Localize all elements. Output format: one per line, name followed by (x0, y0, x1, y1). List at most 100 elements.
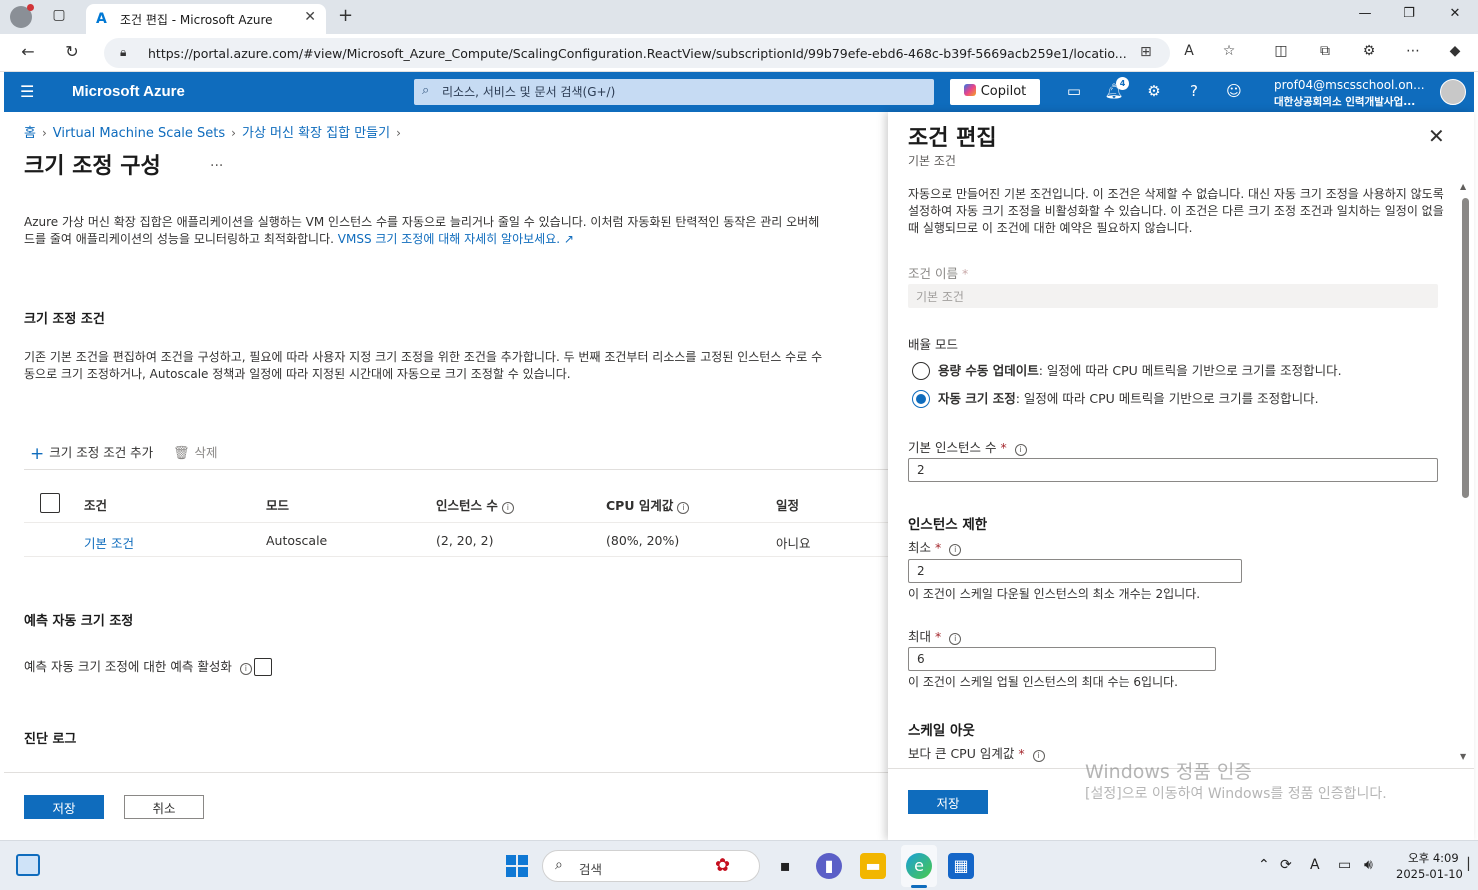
refresh-icon[interactable]: ↻ (60, 42, 84, 61)
manual-mode-option[interactable]: 용량 수동 업데이트: 일정에 따라 CPU 메트릭을 기반으로 크기를 조정합… (912, 360, 1342, 380)
lock-icon[interactable]: 🔒︎ (120, 45, 126, 60)
info-icon[interactable]: i (1014, 444, 1027, 456)
clock-date[interactable]: 2025-01-10 (1396, 867, 1463, 881)
store-icon[interactable]: ▦ (948, 853, 974, 879)
external-link-icon: ↗ (563, 232, 574, 246)
windows-start-icon[interactable] (506, 855, 528, 877)
account-name[interactable]: prof04@mscsschool.on... (1274, 78, 1425, 92)
volume-icon[interactable]: 🔊︎ (1364, 857, 1373, 873)
tab-actions-icon[interactable]: ▢ (48, 7, 70, 27)
add-condition-button[interactable]: + 크기 조정 조건 추가 (30, 442, 153, 464)
info-icon[interactable]: i (949, 544, 962, 556)
more-options-icon[interactable]: ... (210, 154, 223, 170)
browser-toolbar: ← ↻ 🔒︎ https://portal.azure.com/#view/Mi… (0, 34, 1478, 72)
more-menu-icon[interactable]: ⋯ (1402, 43, 1424, 59)
panel-save-button[interactable]: 저장 (908, 790, 988, 814)
breadcrumb-vmss[interactable]: Virtual Machine Scale Sets (53, 126, 225, 141)
header-instances[interactable]: 인스턴스 수i (436, 495, 514, 514)
panel-title: 조건 편집 (908, 126, 997, 151)
brand-title[interactable]: Microsoft Azure (72, 83, 185, 100)
max-instances-input[interactable] (908, 647, 1216, 671)
breadcrumb-home[interactable]: 홈 (24, 126, 36, 141)
apps-icon[interactable]: ⊞ (1140, 44, 1152, 60)
copilot-sidebar-icon[interactable]: ◆ (1444, 43, 1466, 59)
header-condition[interactable]: 조건 (84, 495, 107, 514)
address-bar[interactable]: 🔒︎ https://portal.azure.com/#view/Micros… (104, 38, 1170, 68)
auto-mode-title: 자동 크기 조정 (938, 391, 1016, 406)
info-icon[interactable]: i (949, 633, 962, 645)
profile-icon[interactable] (10, 4, 34, 28)
close-icon[interactable]: ✕ (304, 9, 316, 25)
scale-out-heading: 스케일 아웃 (908, 723, 975, 739)
chevron-up-icon[interactable]: ⌃ (1258, 857, 1270, 873)
scroll-up-icon[interactable]: ▲ (1460, 182, 1466, 191)
split-screen-icon[interactable]: ◫ (1270, 43, 1292, 59)
auto-mode-radio[interactable] (912, 390, 930, 408)
favorite-star-icon[interactable]: ☆ (1218, 43, 1240, 59)
panel-scrollbar[interactable] (1462, 198, 1469, 498)
network-icon[interactable]: ▭ (1338, 857, 1351, 873)
task-view-icon[interactable]: ▪ (772, 853, 798, 879)
azure-header: ☰ Microsoft Azure ⌕ Copilot ▭ 🔔︎ 4 ⚙ ? ☺… (4, 72, 1474, 112)
breadcrumb-create-vmss[interactable]: 가상 머신 확장 집합 만들기 (242, 126, 390, 141)
save-button[interactable]: 저장 (24, 795, 104, 819)
ime-icon[interactable]: A (1310, 857, 1320, 873)
settings-gear-icon[interactable]: ⚙ (1142, 82, 1166, 100)
minimize-icon[interactable]: — (1350, 6, 1380, 21)
search-input[interactable] (442, 82, 922, 102)
max-hint: 이 조건이 스케일 업될 인스턴스의 최대 수는 6입니다. (908, 675, 1178, 689)
browser-tab[interactable]: A 조건 편집 - Microsoft Azure ✕ (86, 4, 326, 34)
close-icon[interactable]: ✕ (1428, 124, 1445, 148)
teams-chat-icon[interactable]: ▮ (816, 853, 842, 879)
back-icon[interactable]: ← (16, 42, 40, 61)
header-schedule[interactable]: 일정 (776, 495, 799, 514)
browser-tab-strip: ▢ A 조건 편집 - Microsoft Azure ✕ + — ❐ ✕ (0, 0, 1478, 34)
learn-more-link[interactable]: VMSS 크기 조정에 대해 자세히 알아보세요. (338, 232, 560, 246)
widgets-icon[interactable] (16, 854, 40, 876)
condition-link[interactable]: 기본 조건 (84, 533, 134, 552)
info-icon[interactable]: i (501, 502, 514, 514)
help-icon[interactable]: ? (1182, 82, 1206, 100)
window-close-icon[interactable]: ✕ (1440, 6, 1470, 21)
file-explorer-icon[interactable]: ▬ (860, 853, 886, 879)
auto-mode-option[interactable]: 자동 크기 조정: 일정에 따라 CPU 메트릭을 기반으로 크기를 조정합니다… (912, 388, 1319, 408)
clock-time[interactable]: 오후 4:09 (1408, 850, 1459, 866)
taskbar-search[interactable]: ⌕ 검색 ✿ (542, 850, 760, 882)
select-all-checkbox[interactable] (40, 493, 60, 513)
panel-description: 자동으로 만들어진 기본 조건입니다. 이 조건은 삭제할 수 없습니다. 대신… (908, 187, 1444, 235)
delete-button[interactable]: 🗑︎ 삭제 (173, 442, 218, 461)
read-aloud-icon[interactable]: A (1178, 43, 1200, 59)
max-label-text: 최대 (908, 629, 932, 644)
new-tab-icon[interactable]: + (338, 5, 353, 26)
info-icon[interactable]: i (239, 663, 252, 675)
info-icon[interactable]: i (1032, 750, 1045, 762)
header-mode[interactable]: 모드 (266, 495, 289, 514)
notifications-icon[interactable]: ▏ (1468, 857, 1477, 871)
default-instances-input[interactable] (908, 458, 1438, 482)
info-icon[interactable]: i (677, 502, 690, 514)
feedback-icon[interactable]: ☺ (1222, 82, 1246, 100)
cancel-button[interactable]: 취소 (124, 795, 204, 819)
instance-limits-heading: 인스턴스 제한 (908, 517, 988, 533)
cloud-shell-icon[interactable]: ▭ (1062, 82, 1086, 100)
avatar[interactable] (1440, 79, 1466, 105)
conditions-heading: 크기 조정 조건 (24, 312, 105, 327)
hamburger-menu-icon[interactable]: ☰ (20, 82, 34, 101)
sync-icon[interactable]: ⟳ (1280, 857, 1292, 873)
url-text[interactable]: https://portal.azure.com/#view/Microsoft… (148, 46, 1128, 61)
predictive-checkbox[interactable] (253, 658, 272, 676)
edge-browser-icon[interactable]: e (906, 853, 932, 879)
manual-mode-radio[interactable] (912, 362, 930, 380)
delete-label: 삭제 (194, 445, 218, 460)
scroll-down-icon[interactable]: ▼ (1460, 752, 1466, 761)
global-search[interactable]: ⌕ (414, 79, 934, 105)
extensions-icon[interactable]: ⚙ (1358, 43, 1380, 59)
account-org[interactable]: 대한상공회의소 인력개발사업... (1274, 94, 1415, 109)
table-row[interactable]: 기본 조건 Autoscale (2, 20, 2) (80%, 20%) 아니… (24, 523, 888, 557)
copilot-button[interactable]: Copilot (950, 79, 1040, 105)
plus-icon: + (30, 444, 45, 464)
restore-icon[interactable]: ❐ (1394, 6, 1424, 21)
collections-icon[interactable]: ⧉ (1314, 43, 1336, 59)
min-instances-input[interactable] (908, 559, 1242, 583)
header-cpu[interactable]: CPU 임계값 i (606, 495, 690, 514)
